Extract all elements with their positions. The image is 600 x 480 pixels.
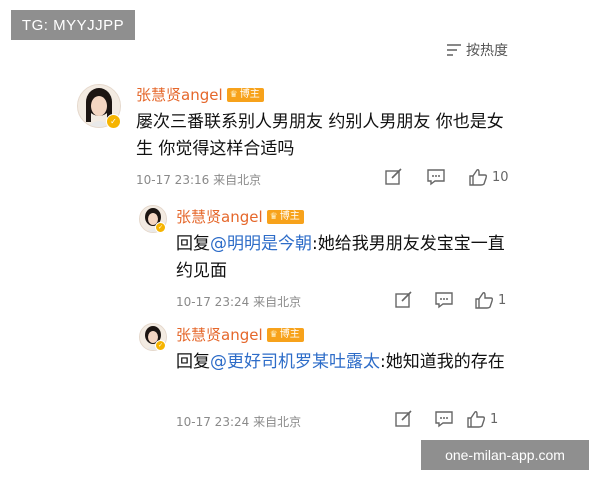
edit-icon[interactable] bbox=[394, 410, 414, 428]
comment-actions: 1 bbox=[394, 291, 506, 309]
badge-label: 博主 bbox=[279, 210, 300, 222]
author-row: 张慧贤angel ♛ 博主 bbox=[176, 324, 304, 345]
blogger-badge: ♛ 博主 bbox=[266, 327, 304, 342]
reply-prefix: 回复 bbox=[176, 234, 210, 254]
crown-icon: ♛ bbox=[269, 329, 278, 340]
comment-text: 屡次三番联系别人男朋友 约别人男朋友 你也是女生 你觉得这样合适吗 bbox=[136, 112, 504, 159]
thumbs-up-icon[interactable] bbox=[474, 291, 494, 309]
username-link[interactable]: 张慧贤angel bbox=[136, 84, 223, 105]
like-count: 1 bbox=[498, 292, 507, 308]
blogger-badge: ♛ 博主 bbox=[266, 209, 304, 224]
location: 来自北京 bbox=[253, 295, 302, 309]
like-count: 10 bbox=[492, 169, 509, 185]
timestamp: 10-17 23:24 bbox=[176, 295, 250, 309]
reply-text: 回复@明明是今朝:她给我男朋友发宝宝一直约见面 bbox=[176, 231, 506, 285]
location: 来自北京 bbox=[213, 173, 262, 187]
edit-icon[interactable] bbox=[384, 168, 404, 186]
mention-link[interactable]: @更好司机罗某吐露太 bbox=[210, 352, 380, 372]
comment-meta: 10-17 23:16 来自北京 bbox=[136, 171, 261, 188]
verified-icon: ✓ bbox=[155, 222, 166, 233]
comment-meta: 10-17 23:24 来自北京 bbox=[176, 293, 301, 310]
verified-icon: ✓ bbox=[155, 340, 166, 351]
location: 来自北京 bbox=[253, 415, 302, 429]
badge-label: 博主 bbox=[279, 328, 300, 340]
thumbs-up-icon[interactable] bbox=[468, 168, 488, 186]
comment-actions: 10 bbox=[384, 168, 509, 186]
author-row: 张慧贤angel ♛ 博主 bbox=[176, 206, 304, 227]
comment-icon[interactable] bbox=[426, 168, 446, 186]
reply-body: :她知道我的存在 bbox=[380, 352, 505, 372]
reply-prefix: 回复 bbox=[176, 352, 210, 372]
comment-icon[interactable] bbox=[434, 410, 454, 428]
watermark-site: one-milan-app.com bbox=[421, 440, 589, 470]
verified-icon: ✓ bbox=[106, 114, 121, 129]
blogger-badge: ♛ 博主 bbox=[226, 87, 264, 102]
comment-meta: 10-17 23:24 来自北京 bbox=[176, 413, 301, 430]
timestamp: 10-17 23:24 bbox=[176, 415, 250, 429]
main-comment: ✓ 张慧贤angel ♛ 博主 屡次三番联系别人男朋友 约别人男朋友 你也是女生… bbox=[0, 0, 600, 200]
username-link[interactable]: 张慧贤angel bbox=[176, 324, 263, 345]
thumbs-up-icon[interactable] bbox=[466, 410, 486, 428]
username-link[interactable]: 张慧贤angel bbox=[176, 206, 263, 227]
author-row: 张慧贤angel ♛ 博主 bbox=[136, 84, 264, 105]
comment-icon[interactable] bbox=[434, 291, 454, 309]
mention-link[interactable]: @明明是今朝 bbox=[210, 234, 312, 254]
crown-icon: ♛ bbox=[229, 89, 238, 100]
timestamp: 10-17 23:16 bbox=[136, 173, 210, 187]
badge-label: 博主 bbox=[239, 88, 260, 100]
reply-text: 回复@更好司机罗某吐露太:她知道我的存在 bbox=[176, 349, 506, 376]
crown-icon: ♛ bbox=[269, 211, 278, 222]
like-count: 1 bbox=[490, 411, 499, 427]
comment-actions: 1 bbox=[394, 410, 498, 428]
edit-icon[interactable] bbox=[394, 291, 414, 309]
